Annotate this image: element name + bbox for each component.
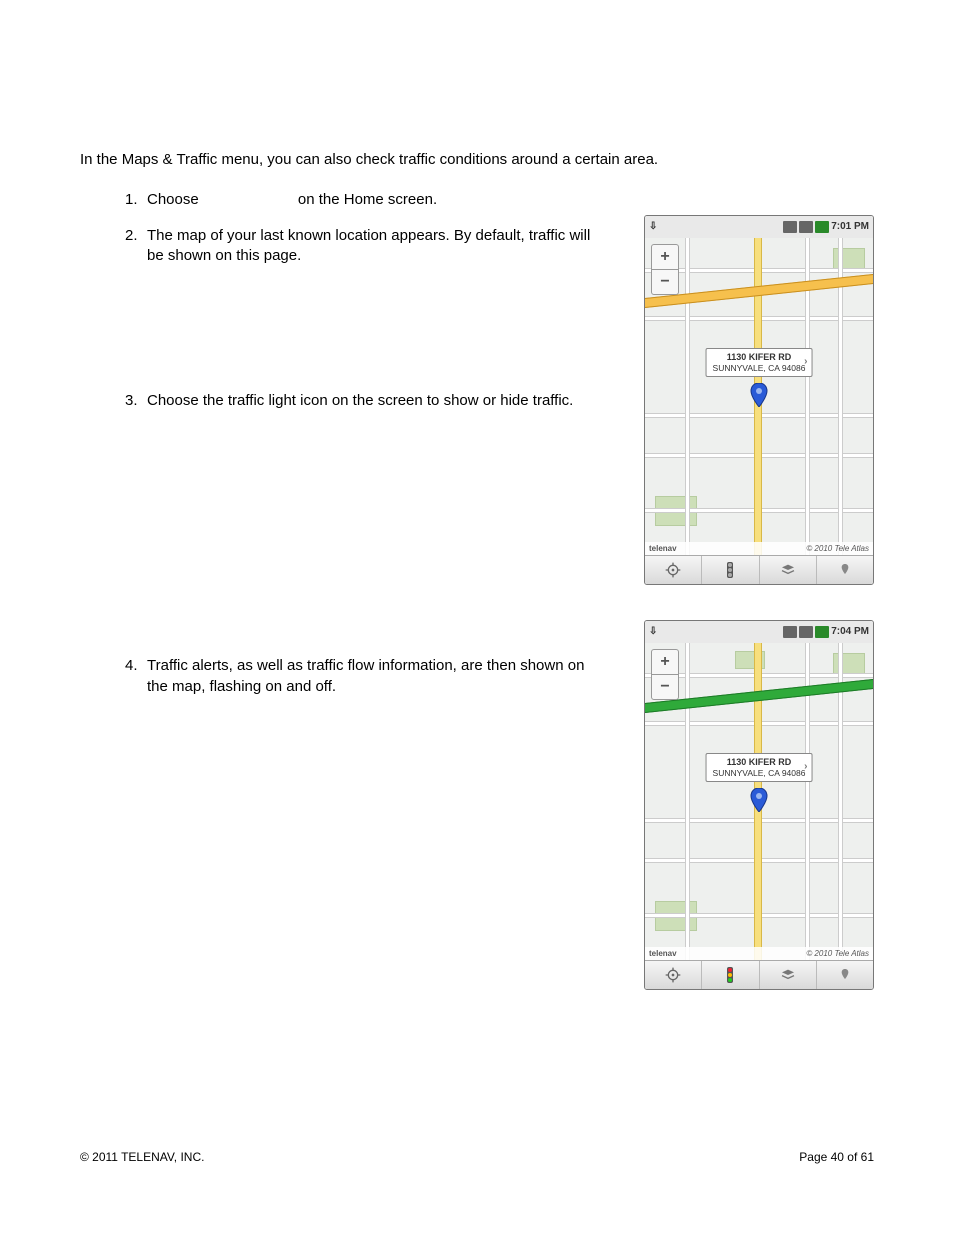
document-page: In the Maps & Traffic menu, you can also… [0, 0, 954, 1235]
address-line1: 1130 KIFER RD [713, 352, 806, 363]
address-line1: 1130 KIFER RD [713, 757, 806, 768]
clock: 7:04 PM [831, 625, 869, 639]
step1-pre: Choose [147, 191, 199, 208]
network-3g-icon [783, 626, 797, 638]
copyright-label: © 2010 Tele Atlas [806, 949, 869, 960]
traffic-toggle-button[interactable] [702, 556, 759, 584]
brand-label: telenav [649, 949, 677, 960]
step-text: Traffic alerts, as well as traffic flow … [147, 656, 617, 697]
copyright-text: © 2011 TELENAV, INC. [80, 1149, 204, 1165]
zoom-in-button[interactable]: + [652, 245, 678, 270]
zoom-out-button[interactable]: − [652, 270, 678, 294]
traffic-light-icon [727, 562, 733, 578]
map-attribution: telenav © 2010 Tele Atlas [645, 947, 873, 961]
download-icon: ⇩ [649, 625, 657, 639]
map-attribution: telenav © 2010 Tele Atlas [645, 542, 873, 556]
step1-post: on the Home screen. [298, 191, 437, 208]
zoom-out-button[interactable]: − [652, 675, 678, 699]
map-toolbar [645, 960, 873, 989]
step-number: 3. [125, 391, 147, 411]
network-3g-icon [783, 221, 797, 233]
brand-label: telenav [649, 544, 677, 555]
places-button[interactable] [817, 961, 873, 989]
map-toolbar [645, 555, 873, 584]
zoom-in-button[interactable]: + [652, 650, 678, 675]
signal-icon [799, 626, 813, 638]
map-road [685, 643, 690, 961]
location-pin-icon [750, 383, 768, 407]
intro-paragraph: In the Maps & Traffic menu, you can also… [80, 150, 874, 170]
zoom-control: + − [651, 244, 679, 295]
step-number: 4. [125, 656, 147, 676]
status-bar: ⇩ 7:01 PM [645, 216, 873, 239]
layers-button[interactable] [760, 556, 817, 584]
step-1: 1. Choose on the Home screen. [125, 190, 874, 210]
chevron-right-icon: › [804, 761, 807, 773]
step-text: Choose on the Home screen. [147, 190, 874, 210]
download-icon: ⇩ [649, 220, 657, 234]
chevron-right-icon: › [804, 356, 807, 368]
step-number: 1. [125, 190, 147, 210]
status-bar: ⇩ 7:04 PM [645, 621, 873, 644]
screenshots-column: ⇩ 7:01 PM [644, 215, 874, 1025]
places-button[interactable] [817, 556, 873, 584]
address-line2: SUNNYVALE, CA 94086 [713, 768, 806, 778]
page-footer: © 2011 TELENAV, INC. Page 40 of 61 [80, 1149, 874, 1165]
location-pin-icon [750, 788, 768, 812]
phone-screenshot-1: ⇩ 7:01 PM [644, 215, 874, 585]
battery-icon [815, 221, 829, 233]
locate-button[interactable] [645, 961, 702, 989]
clock: 7:01 PM [831, 220, 869, 234]
step-number: 2. [125, 226, 147, 246]
address-callout[interactable]: 1130 KIFER RD SUNNYVALE, CA 94086 › [706, 348, 813, 377]
copyright-label: © 2010 Tele Atlas [806, 544, 869, 555]
address-callout[interactable]: 1130 KIFER RD SUNNYVALE, CA 94086 › [706, 753, 813, 782]
step-text: The map of your last known location appe… [147, 226, 617, 267]
locate-button[interactable] [645, 556, 702, 584]
page-number: Page 40 of 61 [799, 1149, 874, 1165]
map-road [685, 238, 690, 556]
zoom-control: + − [651, 649, 679, 700]
signal-icon [799, 221, 813, 233]
map-area[interactable]: 1130 KIFER RD SUNNYVALE, CA 94086 › + − … [645, 238, 873, 556]
traffic-light-icon [727, 967, 733, 983]
traffic-toggle-button[interactable] [702, 961, 759, 989]
address-line2: SUNNYVALE, CA 94086 [713, 363, 806, 373]
map-area[interactable]: 1130 KIFER RD SUNNYVALE, CA 94086 › + − … [645, 643, 873, 961]
phone-screenshot-2: ⇩ 7:04 PM [644, 620, 874, 990]
battery-icon [815, 626, 829, 638]
layers-button[interactable] [760, 961, 817, 989]
